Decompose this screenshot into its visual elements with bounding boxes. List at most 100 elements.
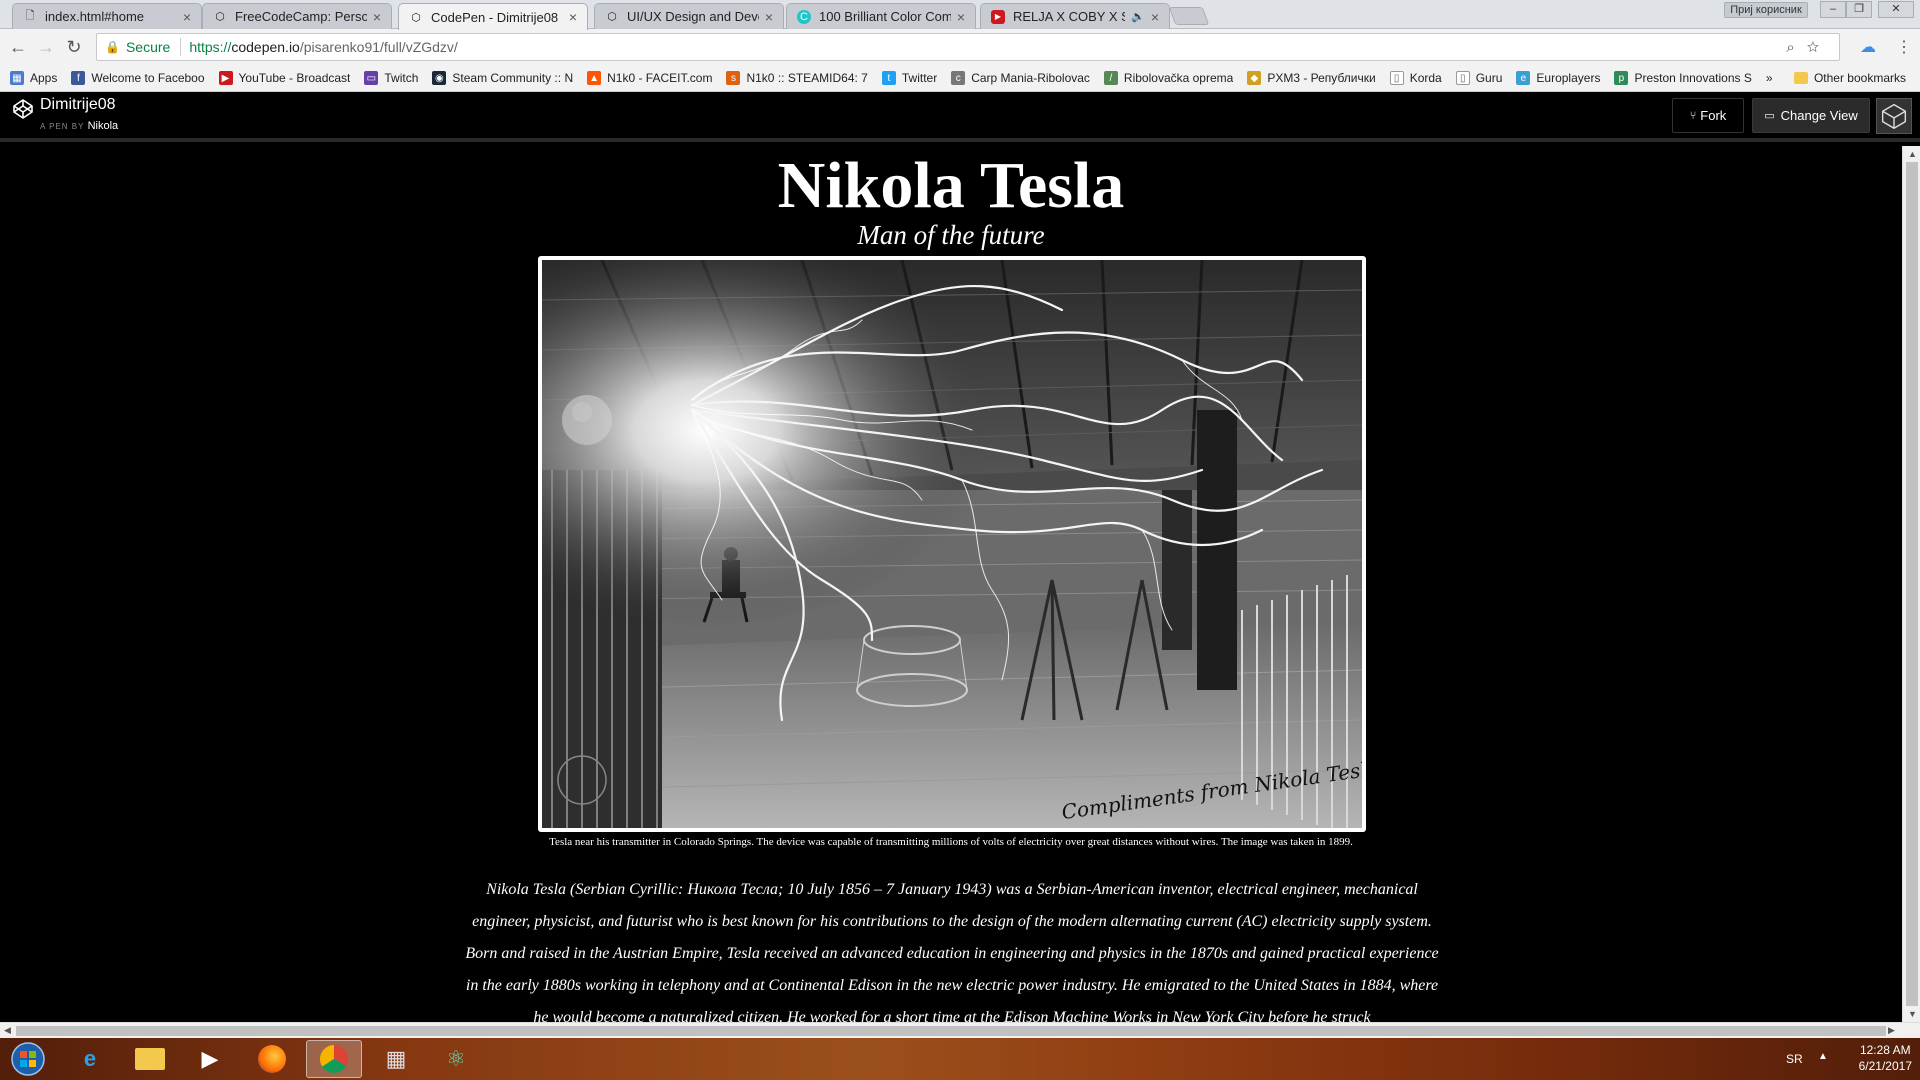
internet-explorer-icon[interactable]: e (62, 1040, 118, 1078)
maximize-button[interactable]: ❐ (1846, 1, 1872, 18)
url-path: /pisarenko91/full/vZGdzv/ (299, 39, 458, 55)
codepen-logo-icon[interactable] (12, 98, 34, 120)
clock-time: 12:28 AM (1859, 1043, 1911, 1057)
scroll-down-icon[interactable]: ▼ (1908, 1009, 1917, 1019)
chrome-shape (320, 1045, 348, 1073)
profile-button[interactable]: Приј корисник (1724, 2, 1808, 18)
cloud-extension-icon[interactable]: ☁ (1860, 37, 1876, 57)
bookmark-guru[interactable]: ▯ Guru (1455, 71, 1502, 85)
start-button-icon[interactable] (0, 1040, 56, 1078)
url-protocol: https:// (189, 39, 232, 55)
bookmark-star-icon[interactable]: ☆ (1807, 39, 1831, 56)
close-tab-icon[interactable]: × (957, 9, 965, 25)
bookmark-carp-mania[interactable]: c Carp Mania-Ribolovac (951, 71, 1090, 85)
bookmark-label: Steam Community :: N (452, 71, 574, 85)
horizontal-scrollbar[interactable]: ◀ ▶ (0, 1022, 1920, 1038)
page-subtitle: Man of the future (857, 220, 1045, 250)
scroll-up-icon[interactable]: ▲ (1908, 149, 1917, 159)
bookmark-steam[interactable]: ◉ Steam Community :: N (432, 71, 573, 85)
bookmark-youtube[interactable]: ▶ YouTube - Broadcast (218, 71, 350, 85)
page-icon: ▯ (1455, 71, 1470, 85)
facebook-icon: f (71, 71, 86, 85)
horizontal-scroll-thumb[interactable] (16, 1026, 1886, 1036)
close-tab-icon[interactable]: × (765, 9, 773, 25)
search-icon[interactable]: ⌕ (1786, 39, 1806, 56)
change-view-label: Change View (1780, 108, 1858, 123)
tab-index-html[interactable]: 🗋 index.html#home × (12, 3, 202, 29)
codepen-cube-icon[interactable] (1876, 98, 1912, 134)
divider (180, 38, 182, 56)
bookmark-steamid[interactable]: s N1k0 :: STEAMID64: 7 (726, 71, 868, 85)
bookmark-label: Twitch (384, 71, 419, 85)
other-bookmarks[interactable]: Other bookmarks (1793, 71, 1906, 85)
tab-youtube-relja[interactable]: ▶ RELJA X COBY X STO 🔈 × (980, 3, 1170, 29)
scroll-right-icon[interactable]: ▶ (1888, 1025, 1895, 1036)
bookmark-preston[interactable]: p Preston Innovations S (1614, 71, 1752, 85)
input-language[interactable]: SR (1786, 1052, 1803, 1066)
vertical-scrollbar[interactable]: ▲ ▼ (1902, 146, 1920, 1022)
bookmark-label: Carp Mania-Ribolovac (971, 71, 1090, 85)
close-tab-icon[interactable]: × (373, 9, 381, 25)
media-player-icon[interactable]: ▶ (182, 1040, 238, 1078)
close-tab-icon[interactable]: × (1151, 9, 1159, 25)
codepen-icon: ⬡ (607, 11, 617, 23)
omnibox-actions: ⌕☆ (1786, 39, 1831, 56)
bookmark-twitch[interactable]: ▭ Twitch (364, 71, 418, 85)
fork-button[interactable]: ⑂ Fork (1672, 98, 1744, 133)
bookmarks-bar: ▦ Apps f Welcome to Faceboo ▶ YouTube - Bro… (0, 65, 1920, 92)
bookmark-label: PXM3 - Републички (1267, 71, 1376, 85)
change-view-button[interactable]: ▭ Change View (1752, 98, 1870, 133)
photo-caption: Tesla near his transmitter in Colorado S… (549, 836, 1353, 848)
bookmark-label: Apps (30, 71, 58, 85)
bookmark-pxm3[interactable]: ◆ PXM3 - Републички (1247, 71, 1376, 85)
bookmark-ribolovacka[interactable]: / Ribolovačka oprema (1103, 71, 1233, 85)
twitter-icon: t (881, 71, 896, 85)
new-tab-button[interactable] (1168, 7, 1210, 25)
firefox-icon[interactable] (244, 1040, 300, 1078)
minimize-button[interactable]: – (1820, 1, 1846, 18)
preston-icon: p (1614, 71, 1629, 85)
bookmark-facebook[interactable]: f Welcome to Faceboo (71, 71, 205, 85)
tab-color-combinations[interactable]: C 100 Brilliant Color Comb × (786, 3, 976, 29)
twitch-icon: ▭ (364, 71, 379, 85)
close-tab-icon[interactable]: × (183, 9, 191, 25)
tab-title: CodePen - Dimitrije08 (431, 9, 559, 25)
pen-title[interactable]: Dimitrije08 (40, 96, 116, 114)
bookmark-korda[interactable]: ▯ Korda (1389, 71, 1442, 85)
bookmark-twitter[interactable]: t Twitter (881, 71, 937, 85)
pen-author[interactable]: Nikola (88, 120, 119, 132)
bookmark-europlayers[interactable]: e Europlayers (1516, 71, 1600, 85)
menu-icon[interactable]: ⋮ (1896, 37, 1912, 57)
file-explorer-icon[interactable] (122, 1040, 178, 1078)
tab-codepen-dimitrije08[interactable]: ⬡ CodePen - Dimitrije08 × (398, 3, 588, 30)
tab-uiux-design[interactable]: ⬡ UI/UX Design and Devel × (594, 3, 784, 29)
pxm3-icon: ◆ (1247, 71, 1262, 85)
reload-icon[interactable]: ↻ (62, 35, 86, 59)
fork-icon: ⑂ (1689, 109, 1697, 122)
back-icon[interactable]: ← (6, 35, 30, 59)
close-tab-icon[interactable]: × (569, 9, 577, 25)
atom-editor-icon[interactable]: ⚛ (428, 1040, 484, 1078)
tab-freecodecamp[interactable]: ⬡ FreeCodeCamp: Persona × (202, 3, 392, 29)
vertical-scroll-thumb[interactable] (1906, 162, 1918, 1006)
steamid-icon: s (726, 71, 741, 85)
bookmark-label: Europlayers (1536, 71, 1601, 85)
fishing-rod-icon: / (1103, 71, 1118, 85)
more-bookmarks-chevron-icon[interactable]: » (1766, 71, 1773, 85)
page-icon: ▯ (1389, 71, 1404, 85)
show-hidden-icons-icon[interactable]: ▲ (1818, 1051, 1828, 1062)
scroll-left-icon[interactable]: ◀ (4, 1025, 11, 1036)
folder-icon (1793, 72, 1808, 84)
bookmark-faceit[interactable]: ▲ N1k0 - FACEIT.com (587, 71, 712, 85)
tab-title: FreeCodeCamp: Persona (235, 9, 367, 24)
audio-playing-icon[interactable]: 🔈 (1131, 10, 1145, 23)
address-bar[interactable]: 🔒 Secure https://codepen.io/pisarenko91/… (96, 33, 1840, 61)
chrome-icon[interactable] (306, 1040, 362, 1078)
bookmark-apps[interactable]: ▦ Apps (10, 71, 57, 85)
forward-icon[interactable]: → (34, 35, 58, 59)
windows-orb (11, 1042, 45, 1076)
close-window-button[interactable]: ✕ (1878, 1, 1914, 18)
calculator-icon[interactable]: ▦ (368, 1040, 424, 1078)
lock-icon: 🔒 (105, 40, 120, 54)
system-clock[interactable]: 12:28 AM 6/21/2017 (1859, 1042, 1912, 1074)
